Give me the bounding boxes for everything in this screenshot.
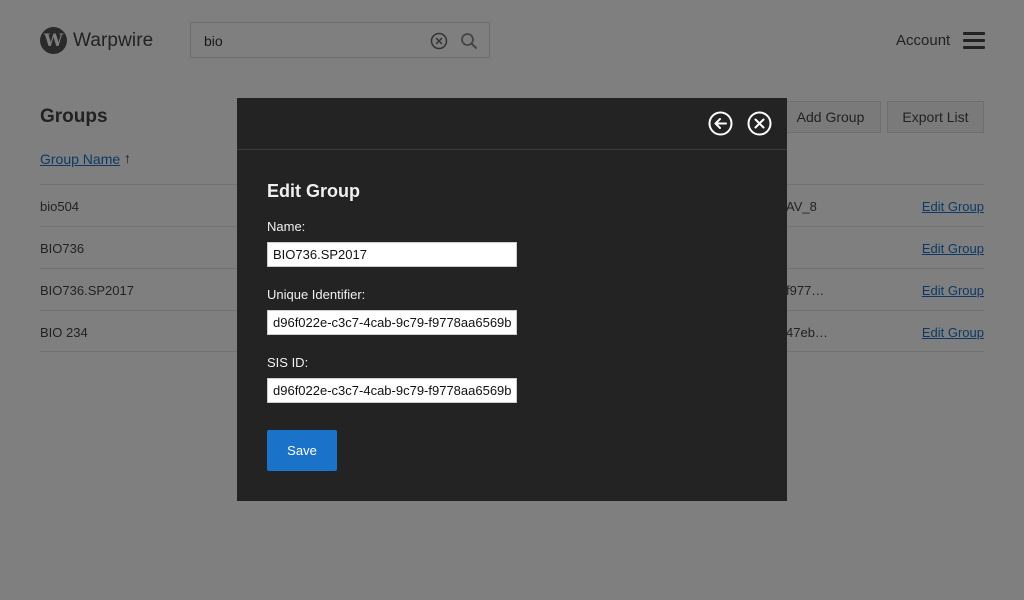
modal-toolbar — [237, 98, 787, 150]
name-field[interactable] — [267, 242, 517, 267]
sis-id-label: SIS ID: — [267, 355, 309, 370]
unique-identifier-field[interactable] — [267, 310, 517, 335]
close-circle-x-icon[interactable] — [747, 111, 772, 136]
back-arrow-circle-icon[interactable] — [708, 111, 733, 136]
name-label: Name: — [267, 219, 306, 234]
sis-id-field[interactable] — [267, 378, 517, 403]
modal-title: Edit Group — [267, 181, 360, 201]
edit-group-modal: Edit Group Name: Unique Identifier: SIS … — [237, 98, 787, 501]
save-button[interactable]: Save — [267, 430, 337, 471]
unique-identifier-label: Unique Identifier: — [267, 287, 366, 302]
